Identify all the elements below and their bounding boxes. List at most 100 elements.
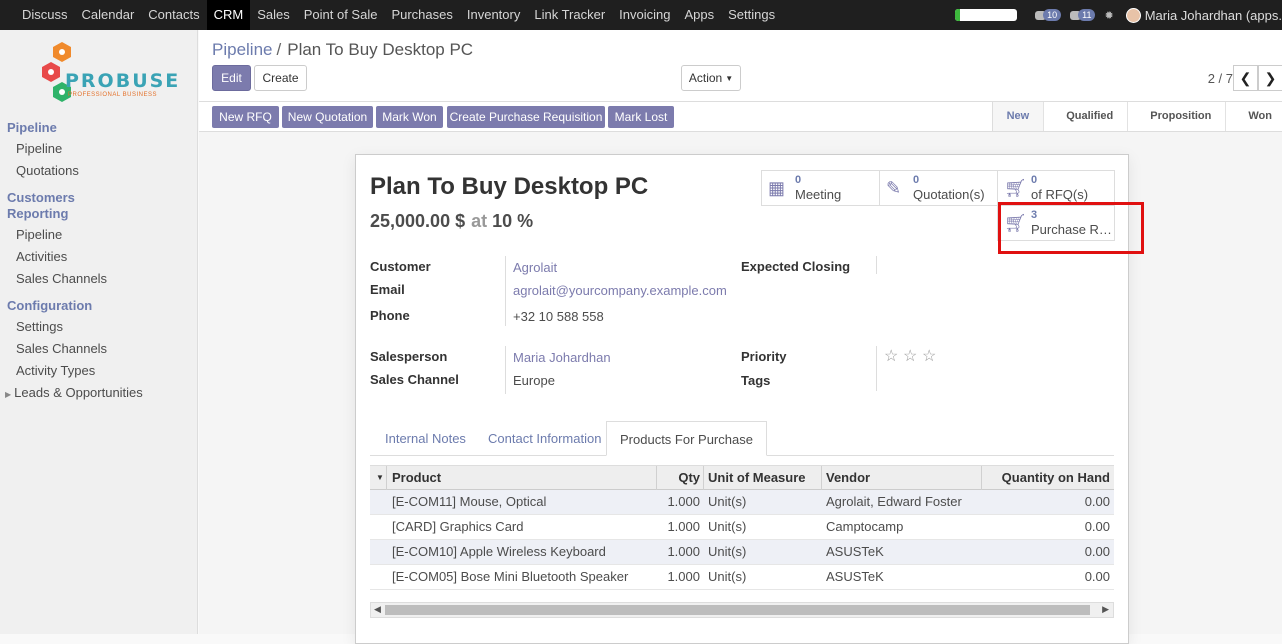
- breadcrumb-separator: /: [276, 40, 282, 59]
- stage-won[interactable]: Won: [1226, 102, 1282, 131]
- new-quotation-button[interactable]: New Quotation: [282, 106, 373, 128]
- tab-products-for-purchase[interactable]: Products For Purchase: [606, 421, 767, 456]
- caret-down-icon[interactable]: ▼: [376, 466, 384, 490]
- sidebar-header-pipeline[interactable]: Pipeline: [7, 120, 57, 135]
- phone-field[interactable]: +32 10 588 558: [513, 309, 604, 324]
- scrollbar-thumb[interactable]: [385, 605, 1090, 615]
- caret-down-icon: ▼: [725, 73, 734, 83]
- avatar[interactable]: [1125, 7, 1141, 23]
- stage-qualified[interactable]: Qualified: [1044, 102, 1129, 131]
- cell-qty-on-hand: 0.00: [1084, 519, 1110, 534]
- col-product[interactable]: Product: [392, 466, 441, 490]
- breadcrumb-pipeline[interactable]: Pipeline: [212, 40, 273, 59]
- stage-new[interactable]: New: [992, 102, 1045, 131]
- sidebar-header-configuration[interactable]: Configuration: [7, 298, 92, 313]
- sidebar-item-activities[interactable]: Activities: [16, 249, 67, 264]
- sidebar-item-sales-channels[interactable]: Sales Channels: [16, 271, 107, 286]
- sidebar-header-reporting[interactable]: Reporting: [7, 206, 68, 221]
- table-row[interactable]: [E-COM05] Bose Mini Bluetooth Speaker 1.…: [370, 565, 1114, 590]
- control-panel: Pipeline / Plan To Buy Desktop PC Edit Cre…: [199, 30, 1282, 102]
- field-separator: [505, 346, 506, 394]
- mark-won-button[interactable]: Mark Won: [376, 106, 443, 128]
- star-icon[interactable]: ☆: [903, 346, 917, 366]
- cell-uom: Unit(s): [708, 569, 747, 584]
- record-title: Plan To Buy Desktop PC: [370, 173, 649, 200]
- bug-icon[interactable]: ✹: [1104, 9, 1113, 22]
- cell-vendor: ASUSTeK: [826, 544, 884, 559]
- new-rfq-button[interactable]: New RFQ: [212, 106, 279, 128]
- stage-pipeline: New Qualified Proposition Won: [991, 102, 1282, 131]
- quotations-count: 0: [913, 174, 920, 186]
- form-background: ▦ 0 Meeting ✎ 0 Quotation(s) 🛒︎ 0 of RFQ…: [199, 132, 1282, 644]
- menu-invoicing[interactable]: Invoicing: [612, 0, 677, 30]
- sidebar: PROBUSE PROFESSIONAL BUSINESS Pipeline P…: [0, 30, 198, 634]
- user-menu[interactable]: Maria Johardhan (apps.: [1145, 8, 1282, 23]
- sales-channel-field[interactable]: Europe: [513, 373, 555, 388]
- sidebar-item-config-sales-channels[interactable]: Sales Channels: [16, 341, 107, 356]
- tab-internal-notes[interactable]: Internal Notes: [385, 421, 466, 456]
- col-uom[interactable]: Unit of Measure: [708, 466, 806, 490]
- horizontal-scrollbar[interactable]: ◀ ▶: [370, 602, 1114, 618]
- stage-proposition[interactable]: Proposition: [1128, 102, 1227, 131]
- email-field[interactable]: agrolait@yourcompany.example.com: [513, 283, 727, 298]
- menu-apps[interactable]: Apps: [677, 0, 721, 30]
- pager-value[interactable]: 2 / 7: [1208, 71, 1233, 86]
- main-content: Pipeline / Plan To Buy Desktop PC Edit Cre…: [199, 30, 1282, 644]
- menu-crm[interactable]: CRM: [206, 0, 251, 30]
- scroll-right-icon[interactable]: ▶: [1102, 604, 1109, 615]
- messages-indicator[interactable]: 10: [1035, 9, 1062, 21]
- create-button[interactable]: Create: [254, 65, 307, 91]
- table-row[interactable]: [E-COM11] Mouse, Optical 1.000 Unit(s) A…: [370, 490, 1114, 515]
- breadcrumb-current: Plan To Buy Desktop PC: [287, 40, 474, 59]
- progress-fill: [955, 9, 961, 21]
- sidebar-item-leads[interactable]: ▶ Leads & Opportunities: [5, 385, 143, 400]
- table-row[interactable]: [CARD] Graphics Card 1.000 Unit(s) Campt…: [370, 515, 1114, 540]
- cell-product: [E-COM10] Apple Wireless Keyboard: [392, 544, 606, 559]
- col-qty-on-hand[interactable]: Quantity on Hand: [982, 466, 1110, 490]
- mark-lost-button[interactable]: Mark Lost: [608, 106, 674, 128]
- menu-link-tracker[interactable]: Link Tracker: [527, 0, 612, 30]
- menu-point-of-sale[interactable]: Point of Sale: [297, 0, 385, 30]
- action-dropdown[interactable]: Action ▼: [681, 65, 741, 91]
- star-icon[interactable]: ☆: [884, 346, 898, 366]
- pager-previous-button[interactable]: ❮: [1233, 65, 1258, 91]
- menu-inventory[interactable]: Inventory: [460, 0, 527, 30]
- onboarding-progress[interactable]: [955, 9, 1018, 21]
- quotations-label: Quotation(s): [913, 187, 985, 202]
- quotations-smart-button[interactable]: ✎ 0 Quotation(s): [879, 170, 998, 206]
- customer-field[interactable]: Agrolait: [513, 260, 557, 275]
- pager-next-button[interactable]: ❯: [1258, 65, 1282, 91]
- field-separator: [505, 256, 506, 326]
- meeting-smart-button[interactable]: ▦ 0 Meeting: [761, 170, 880, 206]
- tab-contact-information[interactable]: Contact Information: [488, 421, 601, 456]
- sidebar-header-customers[interactable]: Customers: [7, 190, 75, 205]
- salesperson-field[interactable]: Maria Johardhan: [513, 350, 611, 365]
- menu-settings[interactable]: Settings: [721, 0, 782, 30]
- chevron-left-icon: ❮: [1239, 69, 1252, 86]
- cell-uom: Unit(s): [708, 519, 747, 534]
- create-purchase-requisition-button[interactable]: Create Purchase Requisition: [447, 106, 605, 128]
- menu-discuss[interactable]: Discuss: [15, 0, 75, 30]
- cell-vendor: ASUSTeK: [826, 569, 884, 584]
- sidebar-item-settings[interactable]: Settings: [16, 319, 63, 334]
- scroll-left-icon[interactable]: ◀: [374, 604, 381, 615]
- col-qty[interactable]: Qty: [656, 466, 700, 490]
- activities-indicator[interactable]: 11: [1070, 9, 1096, 21]
- menu-contacts[interactable]: Contacts: [141, 0, 206, 30]
- menu-purchases[interactable]: Purchases: [384, 0, 459, 30]
- sidebar-item-pipeline[interactable]: Pipeline: [16, 141, 62, 156]
- statusbar: New RFQ New Quotation Mark Won Create Pu…: [199, 102, 1282, 132]
- star-icon[interactable]: ☆: [922, 346, 936, 366]
- sidebar-item-activity-types[interactable]: Activity Types: [16, 363, 95, 378]
- sidebar-item-quotations[interactable]: Quotations: [16, 163, 79, 178]
- table-row[interactable]: [E-COM10] Apple Wireless Keyboard 1.000 …: [370, 540, 1114, 565]
- probability-value: 10 %: [492, 211, 534, 231]
- edit-button[interactable]: Edit: [212, 65, 251, 91]
- expected-revenue: 25,000.00 $ at 10 %: [370, 211, 533, 232]
- rfqs-smart-button[interactable]: 🛒︎ 0 of RFQ(s): [997, 170, 1115, 206]
- meeting-count: 0: [795, 174, 802, 186]
- menu-sales[interactable]: Sales: [250, 0, 297, 30]
- menu-calendar[interactable]: Calendar: [75, 0, 142, 30]
- col-vendor[interactable]: Vendor: [826, 466, 870, 490]
- sidebar-item-reporting-pipeline[interactable]: Pipeline: [16, 227, 62, 242]
